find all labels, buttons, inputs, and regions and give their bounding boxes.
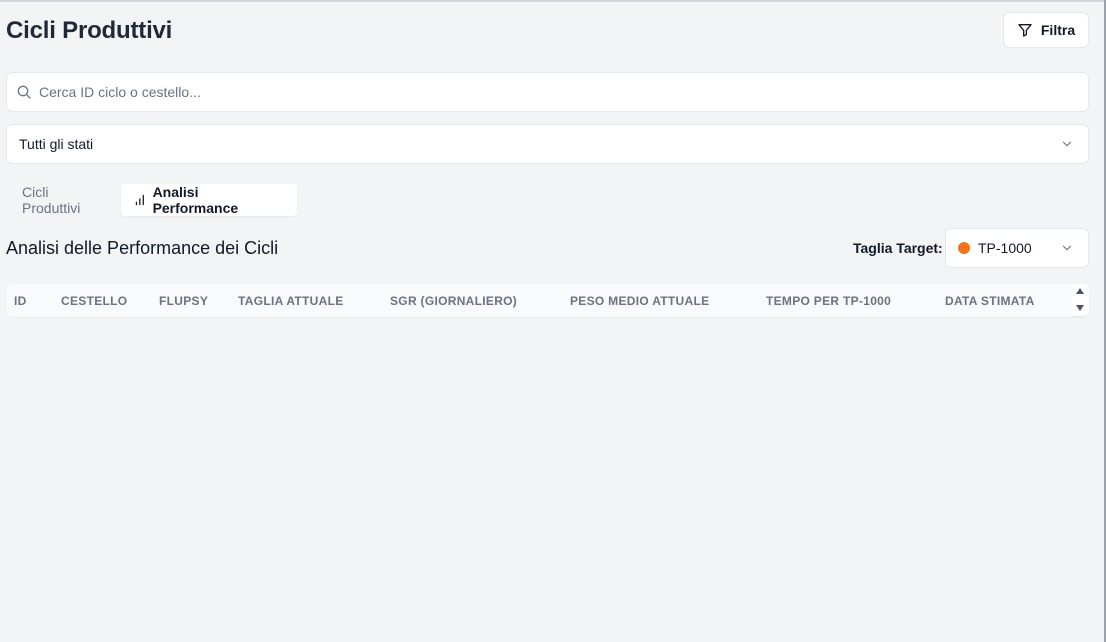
view-tabs: Cicli Produttivi Analisi Performance	[6, 180, 301, 220]
size-color-dot	[958, 242, 970, 254]
column-header-data-stimata[interactable]: DATA STIMATA	[945, 294, 1035, 308]
status-filter-select[interactable]: Tutti gli stati	[6, 124, 1089, 164]
analysis-title: Analisi delle Performance dei Cicli	[6, 238, 279, 258]
column-header-sgr[interactable]: SGR (GIORNALIERO)	[390, 294, 517, 308]
table-scrollbar[interactable]	[1073, 286, 1087, 315]
column-header-id[interactable]: ID	[14, 294, 27, 308]
target-size-value: TP-1000	[978, 240, 1032, 256]
chevron-down-icon	[1062, 245, 1072, 251]
bar-chart-icon	[135, 194, 144, 206]
column-header-peso-medio[interactable]: PESO MEDIO ATTUALE	[570, 294, 709, 308]
search-input[interactable]	[39, 74, 1069, 110]
tab-label: Analisi Performance	[152, 184, 239, 216]
column-header-tempo-target[interactable]: TEMPO PER TP-1000	[766, 294, 891, 308]
column-header-flupsy[interactable]: FLUPSY	[159, 294, 208, 308]
scroll-up-icon[interactable]	[1076, 288, 1084, 294]
column-header-taglia-attuale[interactable]: TAGLIA ATTUALE	[238, 294, 344, 308]
top-border	[0, 0, 1104, 2]
scroll-down-icon[interactable]	[1076, 305, 1084, 311]
table-header: ID CESTELLO FLUPSY TAGLIA ATTUALE SGR (G…	[6, 284, 1072, 317]
search-icon	[17, 85, 31, 99]
tab-label: Cicli Produttivi	[22, 184, 81, 216]
column-header-cestello[interactable]: CESTELLO	[61, 294, 127, 308]
page-title: Cicli Produttivi	[6, 17, 173, 44]
status-filter-value: Tutti gli stati	[19, 136, 94, 152]
target-size-select[interactable]: TP-1000	[945, 228, 1089, 268]
chevron-down-icon	[1062, 141, 1072, 147]
search-box[interactable]	[6, 72, 1089, 112]
tab-cicli-produttivi[interactable]: Cicli Produttivi	[10, 184, 121, 216]
filter-button[interactable]: Filtra	[1003, 12, 1089, 48]
target-size-label: Taglia Target:	[853, 240, 943, 256]
filter-icon	[1018, 24, 1032, 37]
performance-table: ID CESTELLO FLUPSY TAGLIA ATTUALE SGR (G…	[6, 284, 1089, 317]
filter-button-label: Filtra	[1040, 22, 1076, 38]
tab-analisi-performance[interactable]: Analisi Performance	[120, 184, 297, 216]
